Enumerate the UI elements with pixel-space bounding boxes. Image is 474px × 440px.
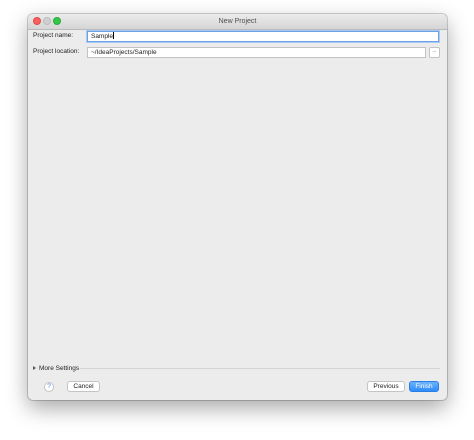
new-project-dialog: New Project Project name: Sample Project… (28, 14, 447, 400)
project-location-label: Project location: (33, 48, 80, 55)
folder-browse-icon: ... (432, 48, 437, 54)
project-name-value: Sample (91, 33, 114, 40)
browse-location-button[interactable]: ... (429, 47, 440, 58)
help-button[interactable]: ? (44, 382, 54, 392)
window-title: New Project (218, 18, 257, 25)
project-name-label: Project name: (33, 32, 74, 39)
more-settings-label: More Settings (39, 365, 80, 372)
more-settings-toggle[interactable]: More Settings (33, 364, 79, 373)
title-bar[interactable]: New Project (28, 14, 447, 30)
project-name-input[interactable]: Sample (87, 31, 439, 42)
disclosure-triangle-icon (33, 366, 36, 370)
help-icon: ? (47, 383, 51, 390)
cancel-button[interactable]: Cancel (67, 381, 100, 392)
more-settings-divider (80, 368, 440, 369)
previous-button[interactable]: Previous (367, 381, 405, 392)
finish-button[interactable]: Finish (409, 381, 439, 392)
project-location-value: ~/IdeaProjects/Sample (91, 49, 157, 56)
project-location-input[interactable]: ~/IdeaProjects/Sample (87, 47, 426, 58)
text-caret (113, 32, 114, 39)
